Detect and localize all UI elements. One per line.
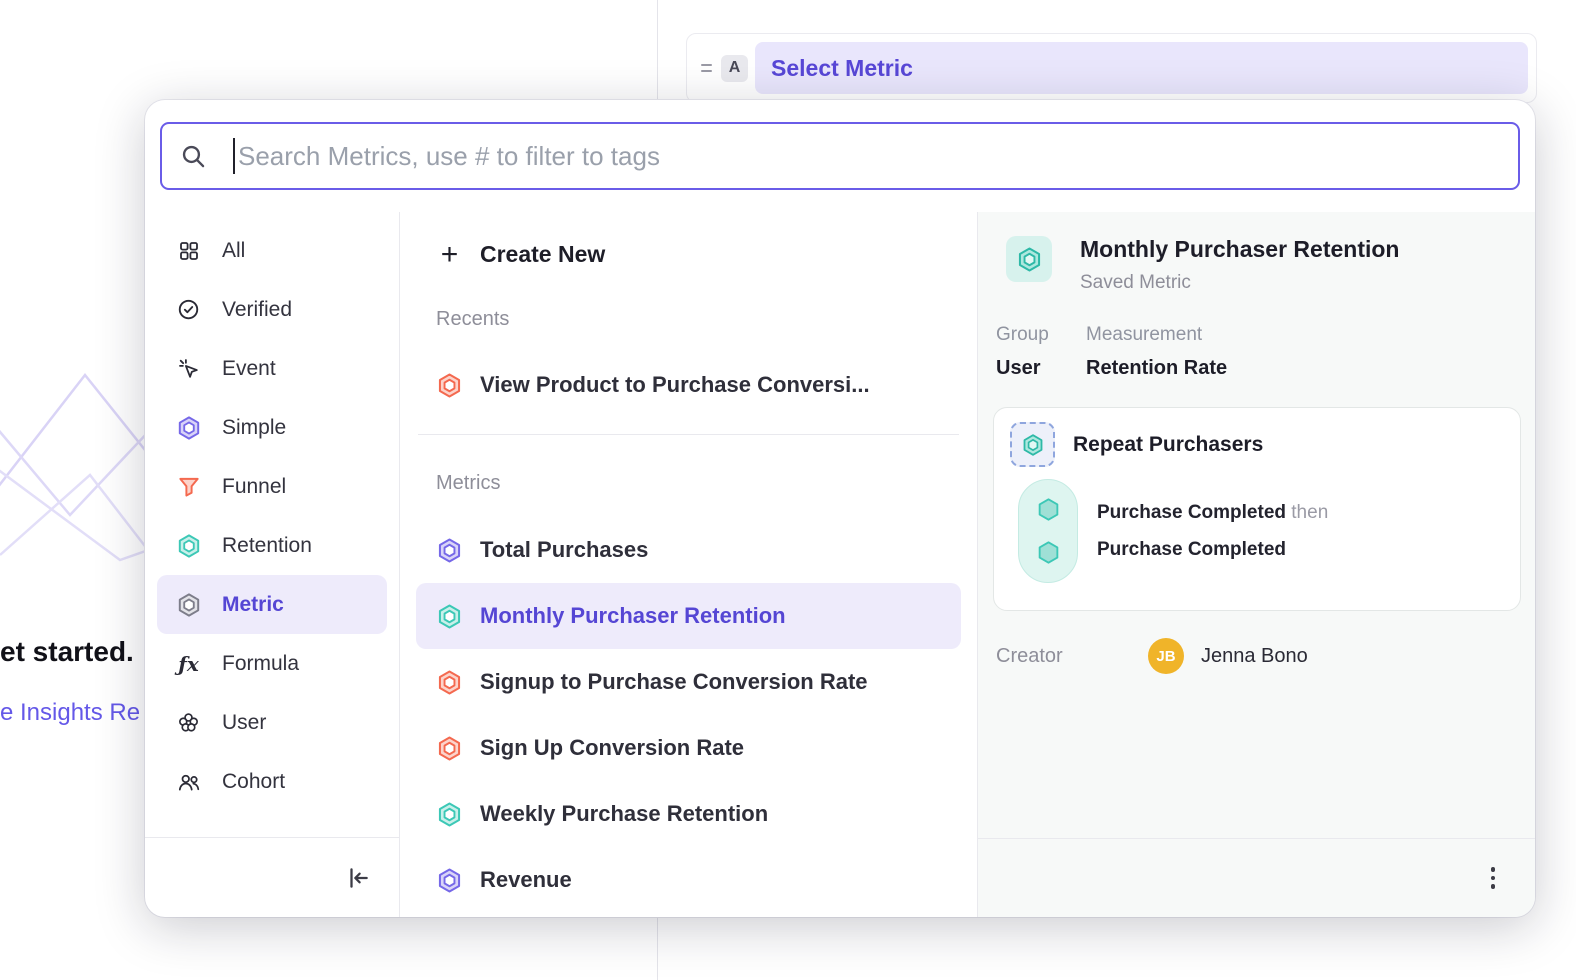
creator-avatar: JB <box>1148 638 1184 674</box>
metrics-section-header: Metrics <box>416 435 961 517</box>
verified-badge-icon <box>175 296 202 323</box>
sidebar-item-label: Retention <box>222 534 312 558</box>
event-hexagon-icon <box>1036 497 1061 522</box>
background-headline-fragment: et started. <box>0 636 134 668</box>
funnel-metric-hexagon-icon <box>436 372 463 399</box>
measurement-label: Measurement <box>1086 324 1227 346</box>
sidebar-item-metric[interactable]: Metric <box>157 575 387 634</box>
sidebar-item-label: User <box>222 711 266 735</box>
formula-icon: ƒx <box>175 650 202 677</box>
detail-header: Monthly Purchaser Retention Saved Metric <box>1006 236 1535 294</box>
metric-item-monthly-purchaser-retention[interactable]: Monthly Purchaser Retention <box>416 583 961 649</box>
then-connector: then <box>1291 502 1328 523</box>
metric-slot-row: A Select Metric <box>686 33 1537 103</box>
sidebar-item-retention[interactable]: Retention <box>157 516 387 575</box>
detail-meta: Group User Measurement Retention Rate <box>996 324 1535 380</box>
simple-hexagon-icon <box>175 414 202 441</box>
more-options-icon[interactable] <box>1491 867 1496 889</box>
cursor-click-icon <box>175 355 202 382</box>
metric-item-label: View Product to Purchase Conversi... <box>480 372 870 398</box>
definition-title: Repeat Purchasers <box>1073 433 1263 457</box>
event-hexagon-icon <box>1036 540 1061 565</box>
sidebar-item-label: Simple <box>222 416 286 440</box>
sidebar-item-event[interactable]: Event <box>157 339 387 398</box>
funnel-metric-hexagon-icon <box>436 669 463 696</box>
collapse-left-icon[interactable] <box>345 865 371 891</box>
flower-icon <box>175 709 202 736</box>
sidebar-footer <box>145 837 399 917</box>
metric-list-column: + Create New Recents View Product to Pur… <box>400 212 978 917</box>
definition-step-2: Purchase Completed <box>1097 539 1328 561</box>
filter-sidebar: All Verified Event <box>145 212 400 917</box>
creator-row: Creator JB Jenna Bono <box>996 638 1535 674</box>
metric-item-label: Sign Up Conversion Rate <box>480 735 744 761</box>
retention-metric-hexagon-icon <box>436 801 463 828</box>
creator-label: Creator <box>996 645 1148 668</box>
sidebar-item-simple[interactable]: Simple <box>157 398 387 457</box>
metric-item-label: Revenue <box>480 867 572 893</box>
metric-item-label: Total Purchases <box>480 537 648 563</box>
plus-icon: + <box>436 241 463 268</box>
metric-definition-card: Repeat Purchasers Purchase Completed the… <box>993 407 1521 611</box>
group-value: User <box>996 357 1086 380</box>
simple-metric-hexagon-icon <box>436 867 463 894</box>
sidebar-item-label: Funnel <box>222 475 286 499</box>
metric-detail-panel: Monthly Purchaser Retention Saved Metric… <box>978 212 1535 917</box>
event-sequence-pill <box>1018 479 1078 583</box>
background-insights-link-fragment[interactable]: e Insights Re <box>0 699 140 727</box>
metric-item-weekly-purchase-retention[interactable]: Weekly Purchase Retention <box>416 781 961 847</box>
text-caret <box>233 138 235 174</box>
metric-hexagon-icon <box>175 591 202 618</box>
recent-metric-item[interactable]: View Product to Purchase Conversi... <box>416 352 961 418</box>
funnel-metric-hexagon-icon <box>436 735 463 762</box>
group-label: Group <box>996 324 1086 346</box>
detail-subtitle: Saved Metric <box>1080 272 1399 294</box>
create-new-button[interactable]: + Create New <box>416 222 961 286</box>
sidebar-item-formula[interactable]: ƒx Formula <box>157 634 387 693</box>
search-input[interactable] <box>238 141 1500 172</box>
create-new-label: Create New <box>480 241 605 268</box>
retention-metric-hexagon-icon <box>436 603 463 630</box>
metric-picker-modal: All Verified Event <box>145 100 1535 917</box>
sidebar-item-label: Event <box>222 357 276 381</box>
sidebar-item-label: All <box>222 239 245 263</box>
metric-item-signup-to-purchase-conversion-rate[interactable]: Signup to Purchase Conversion Rate <box>416 649 961 715</box>
definition-step-1: Purchase Completed then <box>1097 502 1328 524</box>
sidebar-item-label: Metric <box>222 593 284 617</box>
funnel-icon <box>175 473 202 500</box>
drag-handle-icon[interactable] <box>697 64 715 72</box>
sidebar-item-funnel[interactable]: Funnel <box>157 457 387 516</box>
measurement-value: Retention Rate <box>1086 357 1227 380</box>
metric-item-sign-up-conversion-rate[interactable]: Sign Up Conversion Rate <box>416 715 961 781</box>
event-letter-badge: A <box>721 55 748 82</box>
sidebar-item-verified[interactable]: Verified <box>157 280 387 339</box>
sidebar-item-label: Verified <box>222 298 292 322</box>
people-icon <box>175 768 202 795</box>
detail-title: Monthly Purchaser Retention <box>1080 236 1399 263</box>
recents-section-header: Recents <box>416 286 961 352</box>
sidebar-item-user[interactable]: User <box>157 693 387 752</box>
metric-item-total-purchases[interactable]: Total Purchases <box>416 517 961 583</box>
retention-hexagon-icon <box>175 532 202 559</box>
metric-item-revenue[interactable]: Revenue <box>416 847 961 913</box>
dashed-metric-icon <box>1010 422 1055 467</box>
metric-item-label: Signup to Purchase Conversion Rate <box>480 669 868 695</box>
sidebar-item-cohort[interactable]: Cohort <box>157 752 387 811</box>
metric-item-label: Weekly Purchase Retention <box>480 801 768 827</box>
sidebar-item-all[interactable]: All <box>157 221 387 280</box>
search-icon <box>180 143 207 170</box>
sidebar-item-label: Formula <box>222 652 299 676</box>
detail-footer <box>978 838 1535 917</box>
select-metric-field[interactable]: Select Metric <box>755 42 1528 94</box>
simple-metric-hexagon-icon <box>436 537 463 564</box>
metric-search-bar[interactable] <box>160 122 1520 190</box>
retention-metric-badge-icon <box>1006 236 1052 282</box>
creator-name: Jenna Bono <box>1201 645 1308 668</box>
grid-icon <box>175 237 202 264</box>
sidebar-item-label: Cohort <box>222 770 285 794</box>
metric-item-label: Monthly Purchaser Retention <box>480 603 786 629</box>
